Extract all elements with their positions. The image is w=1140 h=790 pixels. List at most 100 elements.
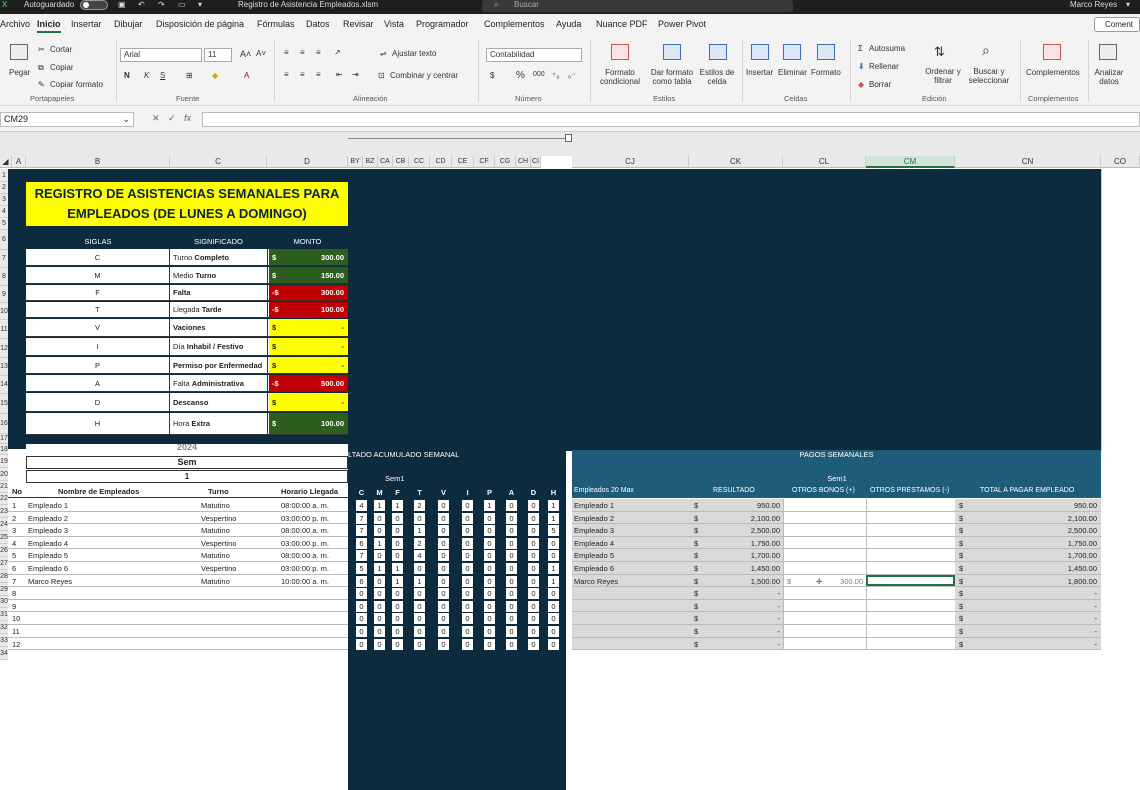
insert-cells-button[interactable]: Insertar xyxy=(746,68,773,77)
user-name[interactable]: Marco Reyes xyxy=(1070,0,1117,10)
attendance-cell[interactable]: 0 xyxy=(462,537,473,549)
attendance-cell[interactable]: 0 xyxy=(356,600,367,612)
attendance-cell[interactable]: 0 xyxy=(484,512,495,524)
insert-cells-icon[interactable] xyxy=(751,44,769,60)
pay-bonus-cell[interactable] xyxy=(783,549,866,561)
attendance-cell[interactable]: 0 xyxy=(506,575,517,587)
autosum-icon[interactable]: Σ xyxy=(858,44,863,53)
payment-row[interactable]: $ - $ - xyxy=(572,599,1101,613)
outline-collapse-button[interactable] xyxy=(565,134,572,142)
attendance-cell[interactable]: 0 xyxy=(528,525,539,537)
pay-bonus-cell[interactable] xyxy=(783,511,866,524)
col-header-CN[interactable]: CN xyxy=(955,156,1101,168)
pay-bonus-cell[interactable] xyxy=(783,536,866,549)
menu-formulas[interactable]: Fórmulas xyxy=(257,19,295,29)
payment-row[interactable]: $ - $ - xyxy=(572,637,1101,651)
col-header-CJ[interactable]: CJ xyxy=(572,156,689,168)
percent-button[interactable]: % xyxy=(516,70,525,81)
attendance-cell[interactable]: 0 xyxy=(528,638,539,650)
pay-loan-cell[interactable] xyxy=(866,612,955,624)
pay-bonus-cell[interactable] xyxy=(783,524,866,536)
pay-loan-cell[interactable] xyxy=(866,599,955,612)
attendance-cell[interactable]: 0 xyxy=(528,537,539,549)
col-header-C[interactable]: C xyxy=(170,156,267,168)
cut-icon[interactable]: ✂ xyxy=(38,45,45,54)
row-header[interactable]: 33 xyxy=(0,634,8,647)
attendance-cell[interactable]: 0 xyxy=(438,600,449,612)
attendance-cell[interactable]: 0 xyxy=(392,537,403,549)
find-icon[interactable]: ⌕ xyxy=(982,42,990,59)
attendance-cell[interactable]: 0 xyxy=(462,525,473,537)
attendance-cell[interactable]: 0 xyxy=(506,600,517,612)
row-header[interactable]: 18 xyxy=(0,444,8,455)
attendance-cell[interactable]: 0 xyxy=(462,512,473,524)
format-as-table-icon[interactable] xyxy=(663,44,681,60)
row-header[interactable]: 13 xyxy=(0,358,8,376)
attendance-cell[interactable]: 0 xyxy=(462,588,473,600)
pay-bonus-cell[interactable] xyxy=(783,587,866,599)
attendance-cell[interactable]: 0 xyxy=(438,613,449,625)
col-header-CG[interactable]: CG xyxy=(495,156,516,168)
font-name-select[interactable]: Arial xyxy=(120,48,202,62)
attendance-cell[interactable]: 6 xyxy=(356,537,367,549)
pay-bonus-cell[interactable] xyxy=(783,562,866,574)
attendance-cell[interactable]: 0 xyxy=(374,575,385,587)
attendance-cell[interactable]: 1 xyxy=(392,563,403,574)
attendance-cell[interactable]: 0 xyxy=(528,600,539,612)
attendance-cell[interactable]: 0 xyxy=(484,638,495,650)
attendance-cell[interactable]: 0 xyxy=(414,600,425,612)
attendance-cell[interactable]: 0 xyxy=(438,500,449,511)
name-box-chevron-icon[interactable]: ⌄ xyxy=(122,113,130,126)
col-header-CA[interactable]: CA xyxy=(378,156,393,168)
row-header[interactable]: 9 xyxy=(0,286,8,303)
row-header[interactable]: 31 xyxy=(0,608,8,621)
table-row[interactable]: 6 Empleado 6 Vespertino 03:00:00 p. m. xyxy=(8,562,348,575)
attendance-cell[interactable]: 1 xyxy=(484,500,495,511)
col-header-CK[interactable]: CK xyxy=(689,156,783,168)
table-row[interactable]: 5 Empleado 5 Matutino 08:00:00 a. m. xyxy=(8,549,348,562)
addins-icon[interactable] xyxy=(1043,44,1061,60)
attendance-cell[interactable]: 0 xyxy=(484,525,495,537)
table-row[interactable]: 2 Empleado 2 Vespertino 03:00:00 p. m. xyxy=(8,511,348,525)
menu-programador[interactable]: Programador xyxy=(416,19,469,29)
font-size-select[interactable]: 11 xyxy=(204,48,232,62)
folder-icon[interactable]: ▭ xyxy=(178,0,186,10)
pay-loan-cell[interactable] xyxy=(866,574,955,587)
search-box[interactable]: ⌕ Buscar xyxy=(482,0,793,12)
menu-inicio[interactable]: Inicio xyxy=(37,19,61,33)
pay-loan-cell[interactable] xyxy=(866,499,955,511)
attendance-cell[interactable]: 0 xyxy=(506,563,517,574)
attendance-cell[interactable]: 1 xyxy=(392,575,403,587)
file-name[interactable]: Registro de Asistencia Empleados.xlsm xyxy=(238,0,378,10)
pay-bonus-cell[interactable] xyxy=(783,599,866,612)
attendance-cell[interactable]: 4 xyxy=(356,500,367,511)
table-row[interactable]: 3 Empleado 3 Matutino 08:00:00 a. m. xyxy=(8,524,348,537)
format-cells-button[interactable]: Formato xyxy=(811,68,841,77)
borders-icon[interactable]: ⊞ xyxy=(186,71,193,80)
merge-icon[interactable]: ⊡ xyxy=(378,71,385,80)
cancel-icon[interactable]: ✕ xyxy=(152,112,160,125)
format-painter-icon[interactable]: ✎ xyxy=(38,80,45,89)
col-header-CI[interactable]: CI xyxy=(531,156,541,168)
format-painter-button[interactable]: Copiar formato xyxy=(50,80,103,89)
pay-loan-cell[interactable] xyxy=(866,637,955,650)
paste-icon[interactable] xyxy=(10,44,28,60)
table-row[interactable]: 9 xyxy=(8,599,348,613)
row-header[interactable]: 27 xyxy=(0,557,8,570)
col-header-CF[interactable]: CF xyxy=(474,156,495,168)
attendance-cell[interactable]: 0 xyxy=(392,613,403,625)
menu-vista[interactable]: Vista xyxy=(384,19,404,29)
comments-button[interactable]: Coment xyxy=(1094,17,1140,32)
autosum-button[interactable]: Autosuma xyxy=(869,44,905,53)
addins-button[interactable]: Complementos xyxy=(1026,68,1080,77)
attendance-cell[interactable]: 0 xyxy=(414,626,425,637)
qat-more-icon[interactable]: ▾ xyxy=(198,0,202,10)
copy-button[interactable]: Copiar xyxy=(50,63,74,72)
attendance-cell[interactable]: 0 xyxy=(548,600,559,612)
attendance-cell[interactable]: 0 xyxy=(506,525,517,537)
attendance-cell[interactable]: 0 xyxy=(374,613,385,625)
attendance-cell[interactable]: 0 xyxy=(414,512,425,524)
row-header[interactable]: 7 xyxy=(0,250,8,268)
attendance-cell[interactable]: 0 xyxy=(528,588,539,600)
attendance-cell[interactable]: 0 xyxy=(392,512,403,524)
